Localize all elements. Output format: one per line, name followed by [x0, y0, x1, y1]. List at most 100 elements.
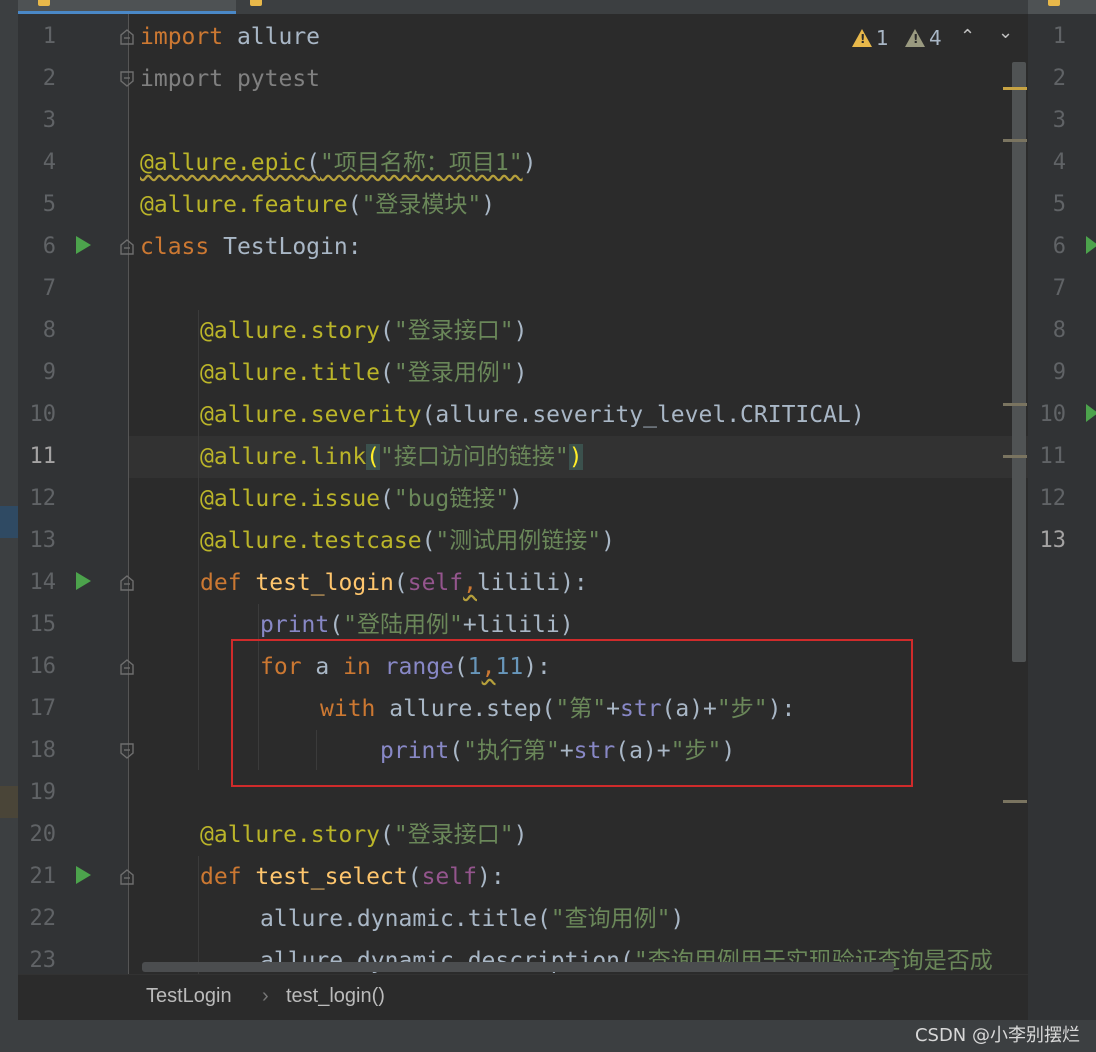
warning-count: 1: [876, 26, 889, 50]
strip-marker: [0, 786, 18, 818]
python-file-icon: [38, 0, 50, 6]
line-number-current: 11: [29, 444, 57, 469]
warning-count-strong[interactable]: ! 1: [852, 24, 889, 52]
paren: ): [513, 822, 528, 848]
decorator: @allure.story: [200, 318, 381, 344]
vertical-scrollbar[interactable]: [1012, 62, 1026, 662]
line-number: 2: [42, 66, 56, 91]
string-literal: "测试用例链接": [435, 528, 602, 554]
string-literal: "登录用例": [393, 360, 514, 386]
run-class-icon[interactable]: [76, 236, 91, 254]
run-test-icon[interactable]: [76, 866, 91, 884]
module-name: allure: [223, 24, 321, 50]
warning-icon: !: [852, 29, 872, 47]
code-line-22[interactable]: allure.dynamic.title("查询用例"): [260, 898, 684, 940]
line-number: 16: [29, 654, 57, 679]
code-line-10[interactable]: @allure.severity(allure.severity_level.C…: [200, 394, 865, 436]
code-line-14[interactable]: def test_login(self,lilili):: [200, 562, 588, 604]
line-number: 6: [42, 234, 56, 259]
code-line-11[interactable]: @allure.link("接口访问的链接"): [200, 436, 583, 478]
decorator: @allure.title: [200, 360, 381, 386]
line-number: 4: [42, 150, 56, 175]
self-param: self: [407, 570, 464, 596]
tab-other-file[interactable]: [250, 0, 450, 14]
keyword: def: [200, 864, 242, 890]
line-number: 19: [29, 780, 57, 805]
warning-count-weak[interactable]: ! 4: [905, 24, 942, 52]
horizontal-scrollbar[interactable]: [142, 962, 894, 972]
decorator: @allure.testcase: [200, 528, 422, 554]
paren: ): [522, 150, 537, 176]
fold-icon[interactable]: [120, 869, 134, 885]
warning-marker[interactable]: [1003, 403, 1027, 406]
param: lilili):: [476, 570, 588, 596]
fold-icon[interactable]: [120, 575, 134, 591]
function-name: test_login: [241, 570, 394, 596]
fold-icon[interactable]: [120, 659, 134, 675]
paren: ): [670, 906, 685, 932]
run-class-icon[interactable]: [1086, 236, 1096, 254]
right-pane-tab[interactable]: [1028, 0, 1096, 14]
string-literal: "接口访问的链接": [380, 444, 569, 470]
code-line-4[interactable]: @allure.epic("项目名称：项目1"): [140, 142, 536, 184]
matched-bracket: ): [568, 444, 583, 470]
keyword: def: [200, 570, 242, 596]
fold-end-icon[interactable]: [120, 71, 134, 87]
paren: (: [393, 570, 408, 596]
builtin: print: [260, 612, 330, 638]
line-number: 18: [29, 738, 57, 763]
previous-highlight-chevron-up-icon[interactable]: ⌃: [960, 26, 975, 47]
warning-marker[interactable]: [1003, 455, 1027, 458]
run-test-icon[interactable]: [76, 572, 91, 590]
fold-end-icon[interactable]: [120, 743, 134, 759]
code-line-12[interactable]: @allure.issue("bug链接"): [200, 478, 523, 520]
fold-icon[interactable]: [120, 29, 134, 45]
line-number: 1: [1052, 24, 1066, 49]
next-highlight-chevron-down-icon[interactable]: ⌄: [998, 22, 1013, 43]
code-line-2[interactable]: import pytest: [140, 58, 320, 100]
fold-icon[interactable]: [120, 239, 134, 255]
self-param: self: [421, 864, 477, 890]
run-test-icon[interactable]: [1086, 404, 1096, 422]
warning-marker[interactable]: [1003, 87, 1027, 90]
paren: ): [601, 528, 615, 554]
comma: ,: [463, 570, 477, 596]
paren: ):: [476, 864, 505, 890]
line-number: 11: [1039, 444, 1067, 469]
keyword: class: [140, 234, 210, 260]
code-line-13[interactable]: @allure.testcase("测试用例链接"): [200, 520, 615, 562]
tab-active-file[interactable]: [18, 0, 236, 14]
code-line-5[interactable]: @allure.feature("登录模块"): [140, 184, 495, 226]
string-literal: "bug链接": [393, 486, 510, 512]
line-number: 6: [1052, 234, 1066, 259]
code-line-1[interactable]: import allure: [140, 16, 320, 58]
warning-marker[interactable]: [1003, 139, 1027, 142]
paren: (: [329, 612, 344, 638]
line-number: 2: [1052, 66, 1066, 91]
weak-warning-icon: !: [905, 29, 925, 47]
string-literal: "查询用例": [550, 906, 671, 932]
line-number: 20: [29, 822, 57, 847]
line-number: 15: [29, 612, 57, 637]
line-number: 22: [29, 906, 57, 931]
code-line-6[interactable]: class TestLogin:: [140, 226, 362, 268]
argument: (allure.severity_level.CRITICAL): [421, 402, 865, 428]
code-line-21[interactable]: def test_select(self):: [200, 856, 505, 898]
breadcrumb-method[interactable]: test_login(): [286, 985, 385, 1008]
expression: +lilili): [462, 612, 574, 638]
warning-marker[interactable]: [1003, 800, 1027, 803]
code-line-8[interactable]: @allure.story("登录接口"): [200, 310, 527, 352]
paren: ): [513, 318, 528, 344]
line-number: 1: [42, 24, 56, 49]
highlight-box: [231, 639, 913, 787]
breadcrumb-class[interactable]: TestLogin: [146, 985, 232, 1008]
paren: (: [306, 150, 321, 176]
decorator: @allure.story: [200, 822, 381, 848]
code-line-20[interactable]: @allure.story("登录接口"): [200, 814, 527, 856]
code-line-9[interactable]: @allure.title("登录用例"): [200, 352, 527, 394]
function-name: test_select: [241, 864, 408, 890]
keyword-unused: import: [140, 66, 224, 92]
left-tool-strip: [0, 0, 18, 1052]
line-number: 3: [42, 108, 56, 133]
line-number-current: 13: [1039, 528, 1067, 553]
